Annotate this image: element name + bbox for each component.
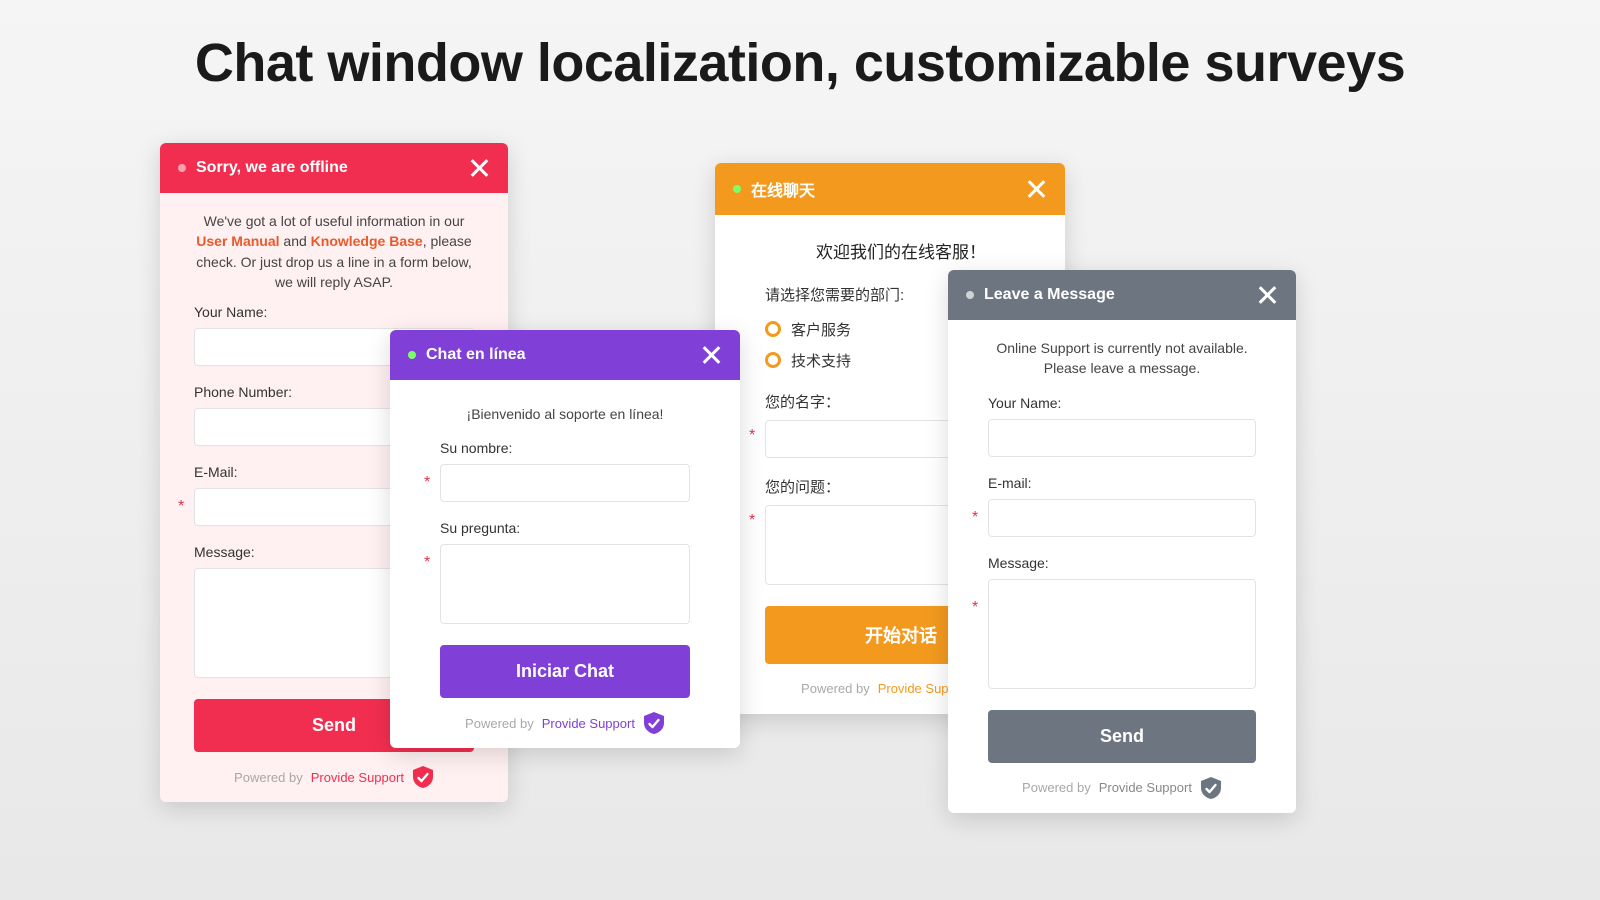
page-title: Chat window localization, customizable s… — [0, 0, 1600, 94]
intro-text: 欢迎我们的在线客服！ — [765, 241, 1037, 266]
close-icon[interactable] — [1025, 178, 1047, 200]
chat-panel-leave-message: Leave a Message Online Support is curren… — [948, 270, 1296, 813]
chat-panel-spanish: Chat en línea ¡Bienvenido al soporte en … — [390, 330, 740, 748]
textarea-su-pregunta[interactable] — [440, 544, 690, 624]
status-dot-offline — [966, 291, 974, 299]
lock-icon — [643, 712, 665, 734]
link-knowledge-base[interactable]: Knowledge Base — [311, 233, 423, 249]
status-dot-online — [733, 185, 741, 193]
lock-icon — [1200, 777, 1222, 799]
link-user-manual[interactable]: User Manual — [196, 233, 279, 249]
panel-title: Chat en línea — [426, 346, 526, 364]
input-your-name[interactable] — [988, 419, 1256, 457]
powered-by-prefix: Powered by — [801, 681, 870, 696]
radio-label: 客户服务 — [791, 319, 851, 340]
lock-icon — [412, 766, 434, 788]
panel-header: Leave a Message — [948, 270, 1296, 320]
close-icon[interactable] — [468, 157, 490, 179]
status-dot-offline — [178, 164, 186, 172]
panel-header: Sorry, we are offline — [160, 143, 508, 193]
panel-header: 在线聊天 — [715, 163, 1065, 215]
radio-icon — [765, 321, 781, 337]
powered-by-prefix: Powered by — [234, 770, 303, 785]
required-star: * — [424, 554, 430, 572]
panel-title: Sorry, we are offline — [196, 159, 348, 177]
powered-by-footer: Powered by Provide Support — [440, 698, 690, 748]
radio-label: 技术支持 — [791, 350, 851, 371]
powered-by-brand[interactable]: Provide Support — [1099, 780, 1192, 795]
label-su-nombre: Su nombre: — [440, 440, 690, 456]
required-star: * — [749, 512, 755, 530]
status-dot-online — [408, 351, 416, 359]
label-message: Message: — [988, 555, 1256, 571]
panel-title: 在线聊天 — [751, 177, 815, 201]
textarea-message[interactable] — [988, 579, 1256, 689]
required-star: * — [424, 474, 430, 492]
intro-text: We've got a lot of useful information in… — [194, 211, 474, 292]
panel-header: Chat en línea — [390, 330, 740, 380]
required-star: * — [972, 509, 978, 527]
powered-by-footer: Powered by Provide Support — [194, 752, 474, 802]
label-your-name: Your Name: — [194, 304, 474, 320]
powered-by-prefix: Powered by — [1022, 780, 1091, 795]
powered-by-brand[interactable]: Provide Support — [542, 716, 635, 731]
intro-text: ¡Bienvenido al soporte en línea! — [440, 404, 690, 424]
label-email: E-mail: — [988, 475, 1256, 491]
input-email[interactable] — [988, 499, 1256, 537]
required-star: * — [749, 427, 755, 445]
iniciar-chat-button[interactable]: Iniciar Chat — [440, 645, 690, 698]
close-icon[interactable] — [1256, 284, 1278, 306]
powered-by-prefix: Powered by — [465, 716, 534, 731]
intro-text: Online Support is currently not availabl… — [988, 338, 1256, 379]
intro-mid: and — [280, 233, 311, 249]
required-star: * — [178, 498, 184, 516]
powered-by-brand[interactable]: Provide Support — [311, 770, 404, 785]
required-star: * — [972, 599, 978, 617]
label-su-pregunta: Su pregunta: — [440, 520, 690, 536]
label-your-name: Your Name: — [988, 395, 1256, 411]
intro-pre: We've got a lot of useful information in… — [204, 213, 465, 229]
input-su-nombre[interactable] — [440, 464, 690, 502]
close-icon[interactable] — [700, 344, 722, 366]
panel-title: Leave a Message — [984, 286, 1115, 304]
send-button[interactable]: Send — [988, 710, 1256, 763]
powered-by-footer: Powered by Provide Support — [988, 763, 1256, 813]
radio-icon — [765, 352, 781, 368]
